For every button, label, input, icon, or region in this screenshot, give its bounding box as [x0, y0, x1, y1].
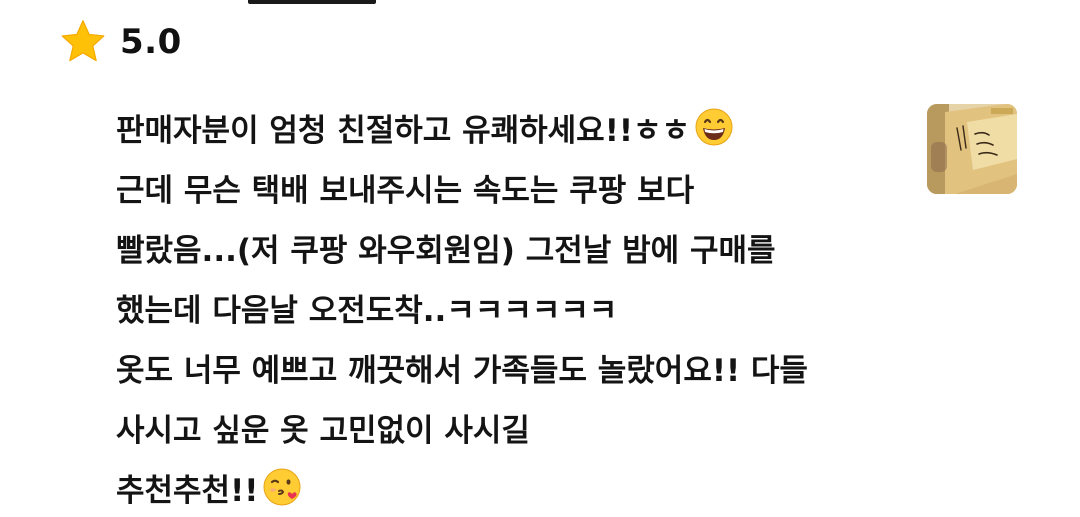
review-line-text: 빨랐음...(저 쿠팡 와우회원임) 그전날 밤에 구매를 [116, 232, 776, 269]
review-text: 판매자분이 엄청 친절하고 유쾌하세요!!ㅎㅎ 근데 무슨 택배 보내주시는 속… [116, 97, 906, 517]
review-line: 옷도 너무 예쁘고 깨끗해서 가족들도 놀랐어요!! 다들 [116, 337, 906, 397]
review-line: 했는데 다음날 오전도착..ㅋㅋㅋㅋㅋㅋ [116, 277, 906, 337]
review-line: 빨랐음...(저 쿠팡 와우회원임) 그전날 밤에 구매를 [116, 217, 906, 277]
review-line: 판매자분이 엄청 친절하고 유쾌하세요!!ㅎㅎ [116, 97, 906, 157]
face-blowing-kiss-emoji-icon [263, 468, 301, 506]
rating-value: 5.0 [120, 22, 182, 62]
review-line-text: 추천추천!! [116, 472, 259, 509]
review-line-text: 사시고 싶운 옷 고민없이 사시길 [116, 412, 530, 449]
review-line: 사시고 싶운 옷 고민없이 사시길 [116, 397, 906, 457]
review-line-text: 판매자분이 엄청 친절하고 유쾌하세요!!ㅎㅎ [116, 112, 691, 149]
rating-row: 5.0 [58, 18, 182, 66]
review-line-text: 했는데 다음날 오전도착..ㅋㅋㅋㅋㅋㅋ [116, 292, 618, 329]
review-line: 근데 무슨 택배 보내주시는 속도는 쿠팡 보다 [116, 157, 906, 217]
grinning-face-emoji-icon [695, 108, 733, 146]
review-photo-thumbnail[interactable] [927, 104, 1017, 194]
review-line-text: 근데 무슨 택배 보내주시는 속도는 쿠팡 보다 [116, 172, 695, 209]
review-photo-image [927, 104, 1017, 194]
star-icon [61, 20, 105, 62]
review-line-text: 옷도 너무 예쁘고 깨끗해서 가족들도 놀랐어요!! 다들 [116, 352, 808, 389]
top-indicator-bar [248, 0, 376, 4]
review-line: 추천추천!! [116, 457, 906, 517]
